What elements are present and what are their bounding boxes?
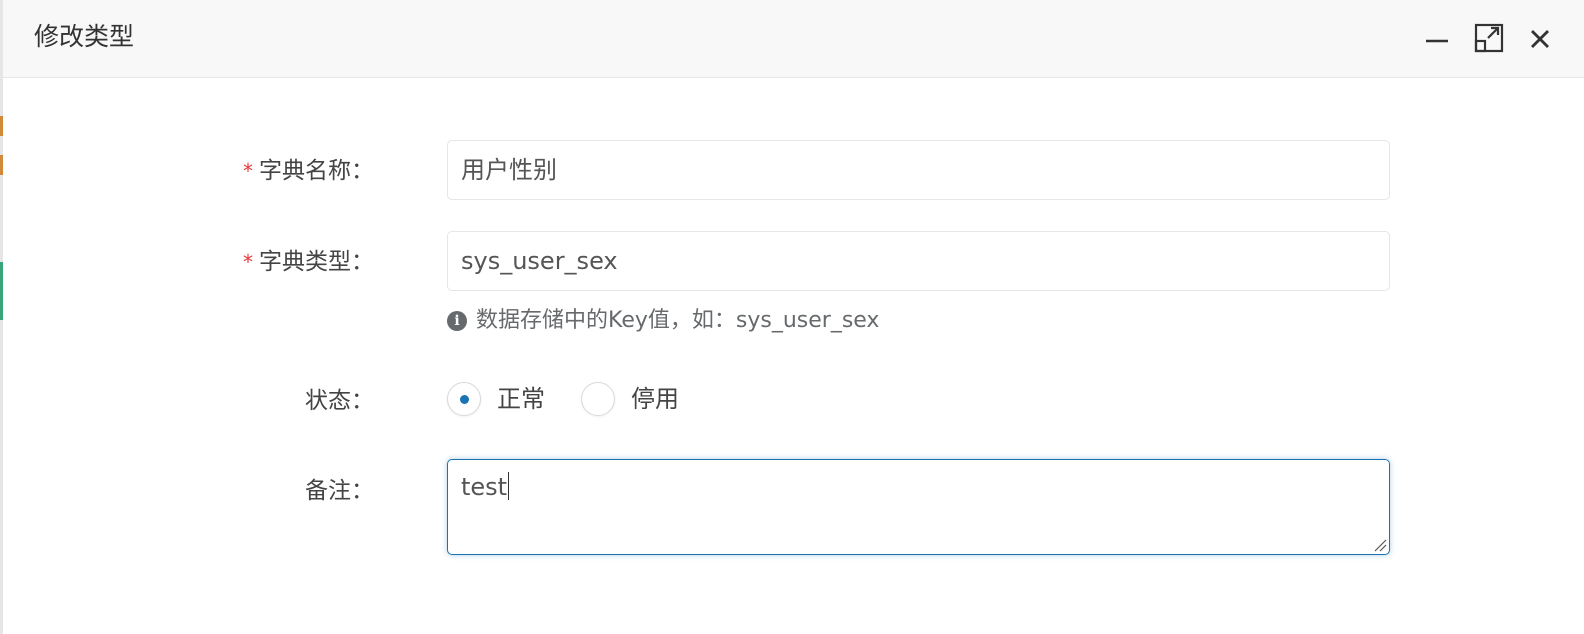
- radio-disabled[interactable]: [581, 382, 615, 416]
- dialog-titlebar: 修改类型: [3, 0, 1584, 78]
- dict-name-label: * 字典名称：: [243, 158, 374, 184]
- info-icon: i: [447, 311, 467, 331]
- required-mark: *: [243, 159, 253, 183]
- dict-name-input[interactable]: 用户性别: [447, 140, 1390, 200]
- status-option-normal[interactable]: 正常: [447, 382, 545, 416]
- background-window-edge: [0, 0, 3, 634]
- close-button[interactable]: [1524, 22, 1556, 54]
- dict-type-value: sys_user_sex: [461, 247, 618, 275]
- text-caret: [508, 472, 510, 500]
- radio-disabled-label: 停用: [631, 385, 679, 413]
- status-radio-group: 正常 停用: [447, 382, 715, 416]
- minimize-icon: [1426, 39, 1448, 43]
- maximize-button[interactable]: [1473, 22, 1505, 54]
- status-label: 状态：: [305, 388, 374, 414]
- status-option-disabled[interactable]: 停用: [581, 382, 679, 416]
- minimize-button[interactable]: [1421, 22, 1453, 54]
- maximize-icon: [1474, 23, 1504, 53]
- remark-textarea[interactable]: test: [447, 459, 1390, 555]
- dict-name-value: 用户性别: [461, 156, 557, 184]
- radio-normal[interactable]: [447, 382, 481, 416]
- dict-type-help: i 数据存储中的Key值，如：sys_user_sex: [447, 306, 879, 336]
- dict-type-input[interactable]: sys_user_sex: [447, 231, 1390, 291]
- dialog-title: 修改类型: [34, 22, 135, 51]
- remark-label: 备注：: [305, 478, 374, 504]
- dict-type-label: * 字典类型：: [243, 249, 374, 275]
- close-icon: [1531, 30, 1549, 48]
- radio-normal-label: 正常: [497, 385, 545, 413]
- dict-type-help-text: 数据存储中的Key值，如：sys_user_sex: [476, 308, 880, 333]
- remark-value: test: [461, 473, 508, 501]
- resize-grip-icon[interactable]: [1373, 538, 1387, 552]
- required-mark: *: [243, 250, 253, 274]
